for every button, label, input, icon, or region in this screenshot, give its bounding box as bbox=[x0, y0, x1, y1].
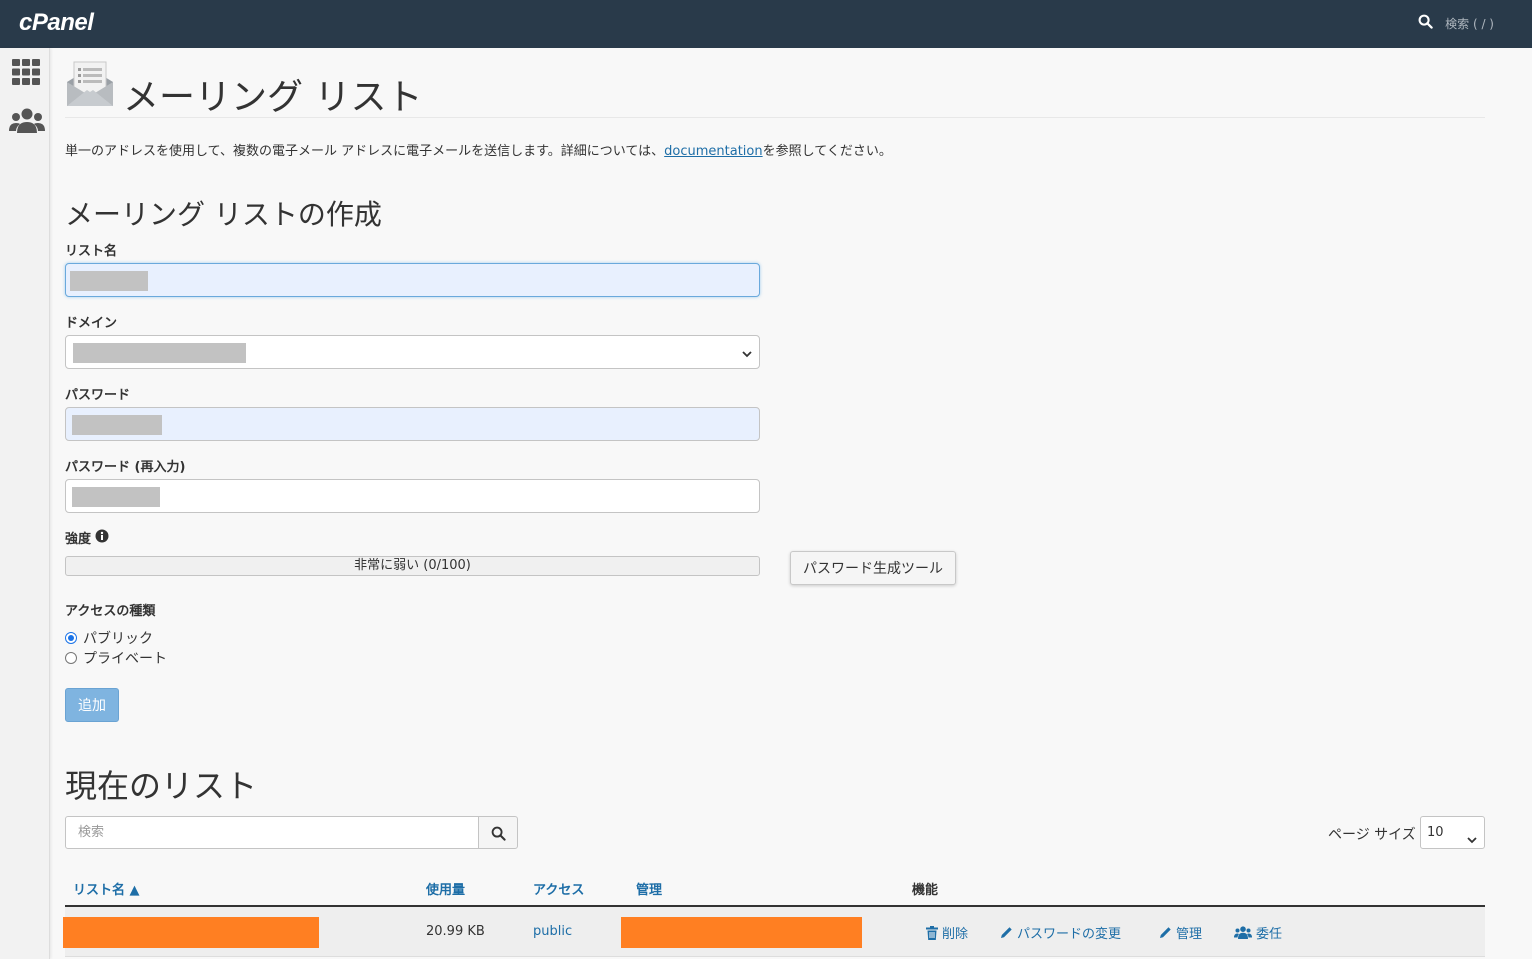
password-input[interactable] bbox=[65, 407, 760, 441]
column-usage[interactable]: 使用量 bbox=[426, 879, 465, 898]
strength-label-text: 強度 bbox=[65, 532, 92, 547]
change-password-action[interactable]: パスワードの変更 bbox=[1000, 923, 1121, 942]
access-type-label: アクセスの種類 bbox=[65, 604, 156, 619]
grid-icon[interactable] bbox=[11, 58, 41, 90]
password-confirm-input[interactable] bbox=[65, 479, 760, 513]
column-access[interactable]: アクセス bbox=[533, 879, 584, 898]
description-text-end: を参照してください。 bbox=[762, 144, 892, 159]
column-list-name-label: リスト名 bbox=[73, 883, 126, 898]
column-functions: 機能 bbox=[912, 883, 939, 898]
page-title: メーリング リスト bbox=[123, 77, 423, 118]
mailing-list-icon bbox=[65, 60, 115, 114]
top-search-label: 検索 ( / ) bbox=[1445, 16, 1494, 31]
cpanel-logo[interactable]: cPanel bbox=[19, 9, 94, 37]
change-password-label: パスワードの変更 bbox=[1017, 927, 1122, 942]
add-button[interactable]: 追加 bbox=[65, 688, 119, 722]
redacted-admin bbox=[621, 917, 862, 948]
list-search-input[interactable]: 検索 bbox=[65, 816, 479, 849]
radio-private-label: プライベート bbox=[83, 651, 167, 667]
strength-label: 強度 bbox=[65, 528, 109, 547]
page-size-select[interactable]: 10 bbox=[1420, 816, 1485, 849]
page-header: メーリング リスト bbox=[65, 60, 1485, 118]
trash-icon bbox=[926, 925, 938, 940]
domain-label: ドメイン bbox=[65, 316, 118, 331]
users-icon[interactable] bbox=[9, 107, 45, 139]
top-bar: cPanel 検索 ( / ) bbox=[0, 0, 1532, 48]
documentation-link[interactable]: documentation bbox=[664, 144, 762, 159]
redacted-value bbox=[73, 343, 246, 363]
radio-public[interactable] bbox=[65, 632, 77, 644]
domain-select[interactable] bbox=[65, 335, 760, 369]
password-confirm-label: パスワード (再入力) bbox=[65, 460, 186, 475]
redacted-value bbox=[72, 487, 160, 507]
sort-ascending-icon: ▲ bbox=[129, 883, 140, 898]
pencil-icon bbox=[1001, 927, 1012, 938]
manage-label: 管理 bbox=[1176, 927, 1203, 942]
chevron-down-icon bbox=[741, 345, 753, 364]
column-admin[interactable]: 管理 bbox=[636, 879, 662, 898]
search-icon bbox=[1418, 14, 1433, 32]
password-label: パスワード bbox=[65, 388, 131, 403]
delegate-action[interactable]: 委任 bbox=[1234, 923, 1282, 942]
page-description: 単一のアドレスを使用して、複数の電子メール アドレスに電子メールを送信します。詳… bbox=[65, 140, 892, 159]
row-usage: 20.99 KB bbox=[426, 924, 485, 939]
redacted-value bbox=[70, 271, 148, 291]
description-text: 単一のアドレスを使用して、複数の電子メール アドレスに電子メールを送信します。詳… bbox=[65, 144, 665, 159]
sidebar bbox=[0, 48, 50, 959]
info-icon[interactable] bbox=[95, 529, 109, 547]
access-private-option[interactable]: プライベート bbox=[65, 648, 167, 668]
redacted-list-name bbox=[63, 917, 319, 948]
current-lists-title: 現在のリスト bbox=[65, 767, 258, 805]
radio-private[interactable] bbox=[65, 652, 77, 664]
table-row: 20.99 KB public 削除 パスワードの変更 管理 委任 bbox=[63, 907, 1485, 957]
delete-action[interactable]: 削除 bbox=[926, 923, 968, 942]
list-name-label: リスト名 bbox=[65, 244, 118, 259]
create-section-title: メーリング リストの作成 bbox=[65, 198, 382, 231]
delete-label: 削除 bbox=[942, 927, 969, 942]
radio-public-label: パブリック bbox=[83, 631, 153, 647]
redacted-value bbox=[72, 415, 162, 435]
page-size-value: 10 bbox=[1427, 825, 1444, 840]
list-search-button[interactable] bbox=[478, 816, 518, 849]
manage-action[interactable]: 管理 bbox=[1159, 923, 1202, 942]
page-size-label: ページ サイズ bbox=[1328, 827, 1416, 843]
column-list-name[interactable]: リスト名 ▲ bbox=[73, 879, 140, 898]
password-strength-meter: 非常に弱い (0/100) bbox=[65, 556, 760, 576]
row-access[interactable]: public bbox=[533, 924, 572, 939]
delegate-label: 委任 bbox=[1256, 927, 1283, 942]
password-generator-button[interactable]: パスワード生成ツール bbox=[790, 551, 956, 585]
users-icon bbox=[1234, 926, 1252, 939]
search-icon bbox=[491, 826, 506, 841]
pencil-icon bbox=[1160, 927, 1171, 938]
chevron-down-icon bbox=[1466, 827, 1478, 858]
top-search[interactable]: 検索 ( / ) bbox=[1418, 14, 1494, 32]
list-name-input[interactable] bbox=[65, 263, 760, 297]
access-public-option[interactable]: パブリック bbox=[65, 628, 153, 648]
